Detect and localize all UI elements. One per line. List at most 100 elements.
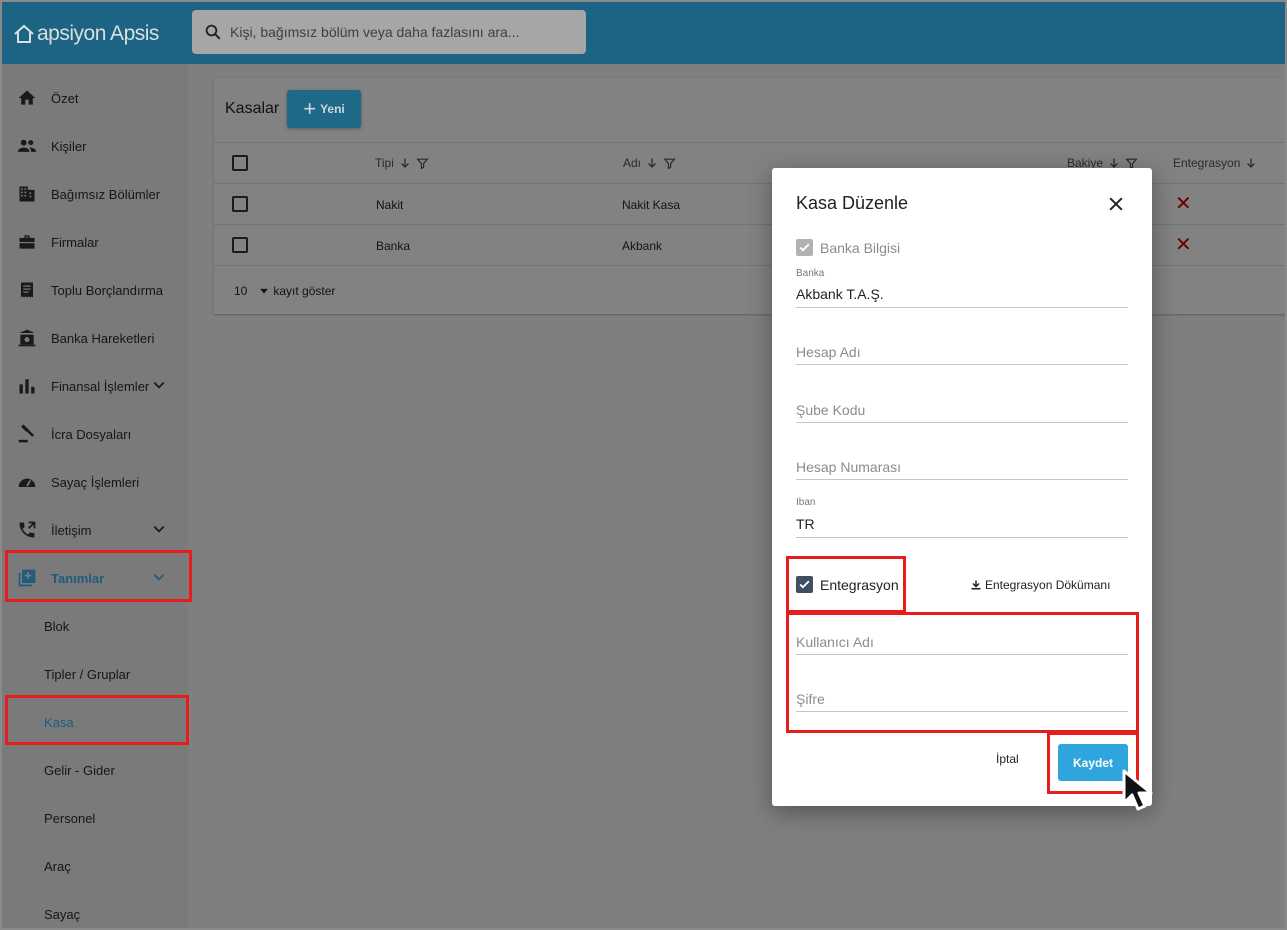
search-icon: [205, 24, 221, 40]
new-button-label: Yeni: [320, 102, 345, 116]
checkbox-checked-icon: [796, 239, 813, 256]
chevron-down-icon: [153, 526, 165, 533]
banka-bilgisi-label: Banka Bilgisi: [820, 239, 901, 256]
page-size-value: 10: [234, 284, 248, 298]
sidebar-item-label: Kişiler: [51, 138, 87, 154]
close-icon[interactable]: [1106, 194, 1126, 214]
sidebar-subitem-sayac[interactable]: Sayaç: [2, 890, 188, 928]
sidebar-item-bagimsiz-bolumler[interactable]: Bağımsız Bölümler: [2, 170, 188, 218]
people-icon: [16, 135, 38, 157]
field-placeholder: Şifre: [796, 691, 825, 707]
filter-icon[interactable]: [663, 157, 676, 170]
bank-icon: [16, 327, 38, 349]
cancel-button[interactable]: İptal: [996, 752, 1019, 766]
building-icon: [16, 183, 38, 205]
sidebar-item-finansal-islemler[interactable]: Finansal İşlemler: [2, 362, 188, 410]
entegrasyon-doc-link[interactable]: Entegrasyon Dökümanı: [970, 578, 1110, 592]
new-kasa-button[interactable]: + Yeni: [287, 90, 361, 128]
column-label: Entegrasyon: [1173, 156, 1241, 170]
entegrasyon-false-icon: ✕: [1175, 234, 1192, 256]
field-placeholder: Şube Kodu: [796, 402, 866, 418]
app-logo[interactable]: apsiyon Apsis: [12, 20, 159, 48]
cell-adi: Akbank: [622, 239, 663, 253]
sidebar-item-banka-hareketleri[interactable]: Banka Hareketleri: [2, 314, 188, 362]
sidebar-item-toplu-borclandirma[interactable]: Toplu Borçlandırma: [2, 266, 188, 314]
download-icon: [971, 580, 981, 590]
sidebar-item-label: Sayaç İşlemleri: [51, 474, 140, 490]
mouse-cursor-icon: [1122, 769, 1153, 811]
search-input[interactable]: [230, 24, 570, 40]
app-frame: apsiyon Apsis Özet Kişiler: [0, 0, 1287, 930]
sidebar-item-kisiler[interactable]: Kişiler: [2, 122, 188, 170]
sidebar-item-icra-dosyalari[interactable]: İcra Dosyaları: [2, 410, 188, 458]
sidebar-item-label: Finansal İşlemler: [51, 378, 150, 394]
gauge-icon: [16, 471, 38, 493]
home-icon: [16, 87, 38, 109]
column-label: Adı: [623, 156, 642, 170]
doc-link-label: Entegrasyon Dökümanı: [985, 578, 1111, 592]
cell-adi: Nakit Kasa: [622, 198, 681, 212]
library-add-icon: [16, 567, 38, 589]
sidebar-item-label: Bağımsız Bölümler: [51, 186, 161, 202]
sidebar-item-label: İletişim: [51, 522, 92, 538]
page-size-label: kayıt göster: [273, 284, 336, 298]
receipt-icon: [16, 279, 38, 301]
sidebar-subitem-gelir-gider[interactable]: Gelir - Gider: [2, 746, 188, 794]
hesap-adi-field[interactable]: Hesap Adı: [796, 334, 1128, 365]
sidebar-subitem-personel[interactable]: Personel: [2, 794, 188, 842]
global-search[interactable]: [192, 10, 586, 54]
logo-house-icon: [14, 24, 34, 43]
sidebar-item-sayac-islemleri[interactable]: Sayaç İşlemleri: [2, 458, 188, 506]
select-all-checkbox[interactable]: [232, 155, 248, 171]
sidebar-subitem-blok[interactable]: Blok: [2, 602, 188, 650]
field-value: TR: [796, 516, 815, 532]
cell-tipi: Nakit: [376, 198, 404, 212]
field-label: Banka: [796, 268, 825, 279]
column-header-entegrasyon[interactable]: Entegrasyon: [1173, 156, 1257, 170]
table-divider: [214, 142, 1285, 143]
sidebar-item-label: Banka Hareketleri: [51, 330, 155, 346]
sidebar-item-tanimlar[interactable]: Tanımlar: [2, 554, 188, 602]
row-checkbox[interactable]: [232, 237, 248, 253]
briefcase-icon: [16, 231, 38, 253]
kasa-duzenle-dialog: Kasa Düzenle Banka Bilgisi Banka Akbank …: [772, 168, 1152, 806]
page-size-select[interactable]: 10 kayıt göster: [234, 284, 335, 298]
sort-arrow-icon: [400, 158, 409, 168]
banka-field[interactable]: Banka Akbank T.A.Ş.: [796, 268, 1128, 308]
hesap-numarasi-field[interactable]: Hesap Numarası: [796, 449, 1128, 480]
field-label: Iban: [796, 497, 816, 508]
sidebar-item-ozet[interactable]: Özet: [2, 74, 188, 122]
field-value: Akbank T.A.Ş.: [796, 286, 884, 302]
row-checkbox[interactable]: [232, 196, 248, 212]
column-header-adi[interactable]: Adı: [623, 156, 676, 170]
dropdown-arrow-icon: [260, 288, 269, 294]
chevron-down-icon: [153, 574, 165, 581]
sidebar-item-iletisim[interactable]: İletişim: [2, 506, 188, 554]
dialog-title: Kasa Düzenle: [796, 193, 909, 213]
entegrasyon-false-icon: ✕: [1175, 193, 1192, 215]
filter-icon[interactable]: [416, 157, 429, 170]
sidebar: Özet Kişiler Bağımsız Bölümler Firmalar …: [2, 64, 188, 928]
sifre-field[interactable]: Şifre: [796, 681, 1128, 712]
page-title: Kasalar: [225, 100, 280, 117]
bar-chart-icon: [16, 375, 38, 397]
chevron-down-icon: [153, 382, 165, 389]
top-bar: apsiyon Apsis: [2, 2, 1285, 64]
column-header-tipi[interactable]: Tipi: [375, 156, 429, 170]
cell-tipi: Banka: [376, 239, 411, 253]
sidebar-subitem-tipler-gruplar[interactable]: Tipler / Gruplar: [2, 650, 188, 698]
phone-forward-icon: [16, 519, 38, 541]
sidebar-item-label: İcra Dosyaları: [51, 426, 132, 442]
entegrasyon-checkbox[interactable]: Entegrasyon: [796, 576, 899, 593]
sort-arrow-icon: [648, 158, 656, 168]
iban-field[interactable]: Iban TR: [796, 497, 1128, 538]
kullanici-adi-field[interactable]: Kullanıcı Adı: [796, 624, 1128, 655]
banka-bilgisi-checkbox[interactable]: Banka Bilgisi: [796, 239, 900, 256]
sidebar-item-firmalar[interactable]: Firmalar: [2, 218, 188, 266]
sidebar-subitem-arac[interactable]: Araç: [2, 842, 188, 890]
gavel-icon: [16, 423, 38, 445]
sube-kodu-field[interactable]: Şube Kodu: [796, 392, 1128, 423]
sidebar-subitem-kasa[interactable]: Kasa: [2, 698, 188, 746]
sidebar-item-label: Tanımlar: [51, 570, 105, 586]
entegrasyon-label: Entegrasyon: [820, 576, 899, 593]
